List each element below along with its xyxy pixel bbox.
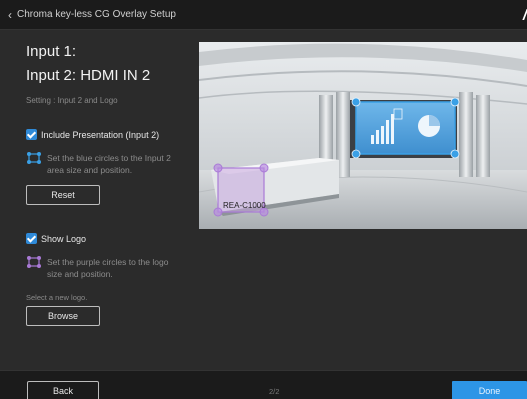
checkbox-checked-icon[interactable] (26, 233, 37, 244)
include-presentation-label: Include Presentation (Input 2) (41, 129, 160, 140)
handle-purple-top-left[interactable] (213, 163, 223, 173)
title-bar: ‹ Chroma key-less CG Overlay Setup / (0, 0, 527, 30)
brand-logo-fragment: / (522, 7, 527, 24)
reset-button[interactable]: Reset (26, 185, 100, 205)
back-chevron-icon[interactable]: ‹ (8, 8, 12, 22)
input2-heading: Input 2: HDMI IN 2 (26, 67, 151, 84)
handle-blue-top-right[interactable] (450, 97, 460, 107)
include-presentation-checkbox[interactable]: Include Presentation (Input 2) (26, 129, 159, 140)
back-button[interactable]: Back (27, 381, 99, 399)
presentation-hint: Set the blue circles to the Input 2 area… (26, 152, 186, 176)
done-button[interactable]: Done (452, 381, 527, 399)
select-logo-caption: Select a new logo. (26, 293, 88, 302)
footer-bar: Back 2/2 Done (0, 370, 527, 399)
handle-purple-bottom-left[interactable] (213, 207, 223, 217)
handle-blue-bottom-left[interactable] (351, 149, 361, 159)
logo-text: REA-C1000 (223, 201, 266, 210)
handle-blue-top-left[interactable] (351, 97, 361, 107)
checkbox-checked-icon[interactable] (26, 129, 37, 140)
input2-area (356, 102, 455, 154)
logo-hint: Set the purple circles to the logo size … (26, 256, 186, 280)
settings-panel: Input 1: Input 2: HDMI IN 2 Setting : In… (0, 31, 195, 370)
setting-caption: Setting : Input 2 and Logo (26, 96, 118, 105)
logo-hint-text: Set the purple circles to the logo size … (47, 257, 169, 279)
show-logo-checkbox[interactable]: Show Logo (26, 233, 86, 244)
page-indicator: 2/2 (269, 387, 280, 396)
handle-blue-bottom-right[interactable] (450, 149, 460, 159)
purple-handles-icon (27, 256, 41, 268)
input1-heading: Input 1: (26, 43, 77, 60)
presentation-hint-text: Set the blue circles to the Input 2 area… (47, 153, 171, 175)
preview-image: REA-C1000 (199, 42, 527, 229)
handle-purple-top-right[interactable] (259, 163, 269, 173)
browse-button[interactable]: Browse (26, 306, 100, 326)
blue-handles-icon (27, 152, 41, 164)
window-title: Chroma key-less CG Overlay Setup (17, 9, 176, 20)
virtual-studio-scene: REA-C1000 (199, 42, 527, 229)
show-logo-label: Show Logo (41, 233, 87, 244)
